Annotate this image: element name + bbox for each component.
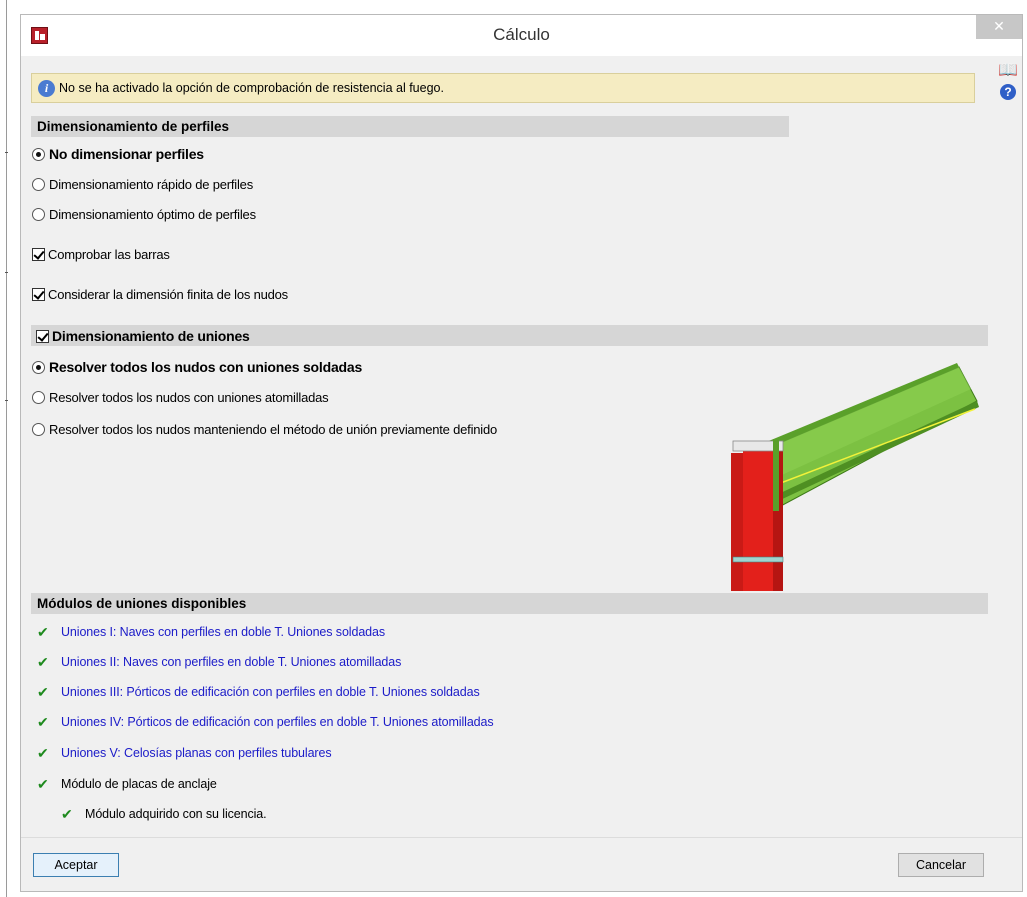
module-link[interactable]: Uniones IV: Pórticos de edificación con … [61, 715, 494, 729]
radio-welded-joints[interactable]: Resolver todos los nudos con uniones sol… [32, 358, 362, 376]
module-link[interactable]: Uniones V: Celosías planas con perfiles … [61, 746, 332, 760]
help-icon[interactable]: ? [1000, 84, 1016, 100]
radio-label: Dimensionamiento óptimo de perfiles [49, 206, 256, 222]
accept-button[interactable]: Aceptar [33, 853, 119, 877]
check-icon: ✔ [61, 805, 73, 822]
check-icon: ✔ [37, 775, 49, 792]
module-item[interactable]: ✔ Uniones I: Naves con perfiles en doble… [37, 623, 385, 641]
info-message: No se ha activado la opción de comprobac… [59, 81, 444, 95]
module-link[interactable]: Uniones III: Pórticos de edificación con… [61, 685, 480, 699]
check-icon: ✔ [37, 683, 49, 700]
column-stiffener [732, 556, 784, 563]
checkbox[interactable] [32, 247, 45, 261]
radio-optimal-dimension[interactable]: Dimensionamiento óptimo de perfiles [32, 205, 256, 223]
module-item: ✔ Módulo de placas de anclaje [37, 775, 217, 793]
module-item[interactable]: ✔ Uniones V: Celosías planas con perfile… [37, 744, 332, 762]
radio-keep-method[interactable]: Resolver todos los nudos manteniendo el … [32, 420, 497, 438]
joints-design-checkbox[interactable]: Dimensionamiento de uniones [36, 327, 250, 345]
radio-label: Resolver todos los nudos con uniones ato… [49, 389, 329, 405]
edge-tick [5, 400, 8, 401]
radio-label: Resolver todos los nudos manteniendo el … [49, 421, 498, 437]
radio-label: Resolver todos los nudos con uniones sol… [49, 359, 363, 375]
title-bar[interactable]: Cálculo ✕ [21, 15, 1022, 56]
calculation-dialog: Cálculo ✕ 📖 ? i No se ha activado la opc… [20, 14, 1023, 892]
radio-button[interactable] [32, 390, 45, 404]
beam-end-plate [773, 439, 779, 511]
license-note-text: Módulo adquirido con su licencia. [85, 807, 267, 821]
radio-button[interactable] [32, 177, 45, 191]
modules-section-header: Módulos de uniones disponibles [31, 593, 988, 614]
check-icon: ✔ [37, 713, 49, 730]
joints-section-title: Dimensionamiento de uniones [52, 328, 250, 344]
module-link[interactable]: Uniones I: Naves con perfiles en doble T… [61, 625, 385, 639]
modules-section-title: Módulos de uniones disponibles [37, 596, 247, 611]
radio-quick-dimension[interactable]: Dimensionamiento rápido de perfiles [32, 175, 253, 193]
info-banner: i No se ha activado la opción de comprob… [31, 73, 975, 103]
radio-no-dimension[interactable]: No dimensionar perfiles [32, 145, 204, 163]
window-title: Cálculo [493, 25, 550, 44]
module-label: Módulo de placas de anclaje [61, 777, 217, 791]
profiles-section-title: Dimensionamiento de perfiles [37, 119, 230, 134]
check-icon: ✔ [37, 653, 49, 670]
column-flange-left [731, 453, 743, 591]
profiles-section-header: Dimensionamiento de perfiles [31, 116, 789, 137]
finite-node-checkbox[interactable]: Considerar la dimensión finita de los nu… [32, 285, 288, 303]
radio-bolted-joints[interactable]: Resolver todos los nudos con uniones ato… [32, 388, 329, 406]
license-note: ✔ Módulo adquirido con su licencia. [61, 805, 267, 823]
column-web [743, 449, 773, 591]
close-icon: ✕ [993, 18, 1005, 34]
checkbox-label: Comprobar las barras [48, 246, 170, 262]
radio-button[interactable] [32, 147, 45, 161]
checkbox-label: Considerar la dimensión finita de los nu… [48, 286, 288, 302]
checkbox[interactable] [32, 287, 45, 301]
check-icon: ✔ [37, 623, 49, 640]
radio-button[interactable] [32, 422, 45, 436]
module-item[interactable]: ✔ Uniones IV: Pórticos de edificación co… [37, 713, 494, 731]
radio-label: No dimensionar perfiles [49, 146, 204, 162]
module-item[interactable]: ✔ Uniones II: Naves con perfiles en dobl… [37, 653, 401, 671]
background-window-edge [6, 0, 7, 897]
edge-tick [5, 152, 8, 153]
check-bars-checkbox[interactable]: Comprobar las barras [32, 245, 170, 263]
cancel-button[interactable]: Cancelar [898, 853, 984, 877]
close-button[interactable]: ✕ [976, 15, 1022, 39]
checkbox[interactable] [36, 329, 49, 343]
book-icon[interactable]: 📖 [998, 60, 1018, 79]
beam-column-illustration [731, 363, 979, 591]
check-icon: ✔ [37, 744, 49, 761]
info-icon: i [38, 80, 55, 97]
footer-divider [21, 837, 1022, 838]
module-item[interactable]: ✔ Uniones III: Pórticos de edificación c… [37, 683, 480, 701]
radio-label: Dimensionamiento rápido de perfiles [49, 176, 254, 192]
radio-button[interactable] [32, 207, 45, 221]
module-link[interactable]: Uniones II: Naves con perfiles en doble … [61, 655, 401, 669]
edge-tick [5, 272, 8, 273]
radio-button[interactable] [32, 360, 45, 374]
